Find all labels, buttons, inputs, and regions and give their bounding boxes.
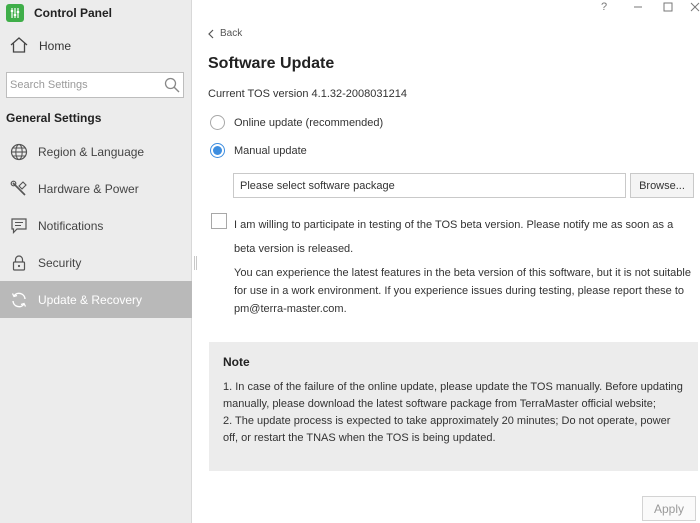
sidebar-item-notifications[interactable]: Notifications	[0, 207, 192, 244]
back-link[interactable]: Back	[208, 28, 242, 39]
chat-icon	[9, 216, 29, 236]
sidebar-item-hardware-power[interactable]: Hardware & Power	[0, 170, 192, 207]
manual-update-option[interactable]: Manual update	[210, 143, 307, 158]
beta-testing-checkbox[interactable]	[211, 213, 227, 229]
current-version-text: Current TOS version 4.1.32-2008031214	[208, 88, 407, 100]
refresh-icon	[9, 290, 29, 310]
software-package-input[interactable]	[233, 173, 626, 198]
sidebar-item-label: Security	[38, 255, 82, 270]
search-input[interactable]	[7, 73, 161, 97]
sidebar-item-label: Update & Recovery	[38, 292, 143, 307]
browse-button[interactable]: Browse...	[630, 173, 694, 198]
maximize-button[interactable]	[661, 0, 675, 14]
note-line-1: 1. In case of the failure of the online …	[223, 381, 683, 410]
note-title: Note	[223, 355, 250, 369]
sidebar-item-label: Region & Language	[38, 144, 145, 159]
section-title: General Settings	[6, 111, 102, 125]
apply-button[interactable]: Apply	[642, 496, 696, 521]
sidebar-item-region-language[interactable]: Region & Language	[0, 133, 192, 170]
beta-description: You can experience the latest features i…	[234, 267, 691, 315]
note-panel: Note 1. In case of the failure of the on…	[209, 342, 698, 471]
manual-update-label: Manual update	[234, 144, 307, 157]
close-button[interactable]	[688, 0, 700, 14]
note-line-2: 2. The update process is expected to tak…	[223, 415, 671, 444]
search-box	[6, 72, 184, 98]
sidebar-nav: Region & Language Hardware & Power Notif…	[0, 133, 192, 318]
sidebar-item-home[interactable]: Home	[0, 30, 192, 62]
app-title-bar: Control Panel	[6, 2, 112, 24]
chevron-left-icon	[208, 29, 214, 39]
sidebar-item-label: Hardware & Power	[38, 181, 139, 196]
back-label: Back	[220, 28, 243, 39]
manual-update-radio[interactable]	[210, 143, 225, 158]
tools-icon	[9, 179, 29, 199]
online-update-label: Online update (recommended)	[234, 116, 384, 129]
globe-icon	[9, 142, 29, 162]
sidebar-item-security[interactable]: Security	[0, 244, 192, 281]
online-update-radio[interactable]	[210, 115, 225, 130]
beta-testing-label: I am willing to participate in testing o…	[234, 219, 674, 255]
sidebar: Control Panel Home General Settings	[0, 0, 192, 523]
search-icon[interactable]	[161, 74, 183, 96]
sidebar-item-update-recovery[interactable]: Update & Recovery	[0, 281, 192, 318]
control-panel-logo-icon	[6, 4, 24, 22]
sidebar-item-label: Notifications	[38, 218, 104, 233]
app-title: Control Panel	[34, 6, 113, 20]
minimize-button[interactable]	[631, 0, 645, 14]
lock-icon	[9, 253, 29, 273]
sidebar-item-label: Home	[39, 39, 72, 53]
help-button[interactable]: ?	[597, 0, 611, 14]
online-update-option[interactable]: Online update (recommended)	[210, 115, 383, 130]
page-title: Software Update	[208, 55, 335, 72]
home-icon	[9, 36, 29, 57]
sidebar-resize-handle[interactable]	[194, 256, 197, 270]
